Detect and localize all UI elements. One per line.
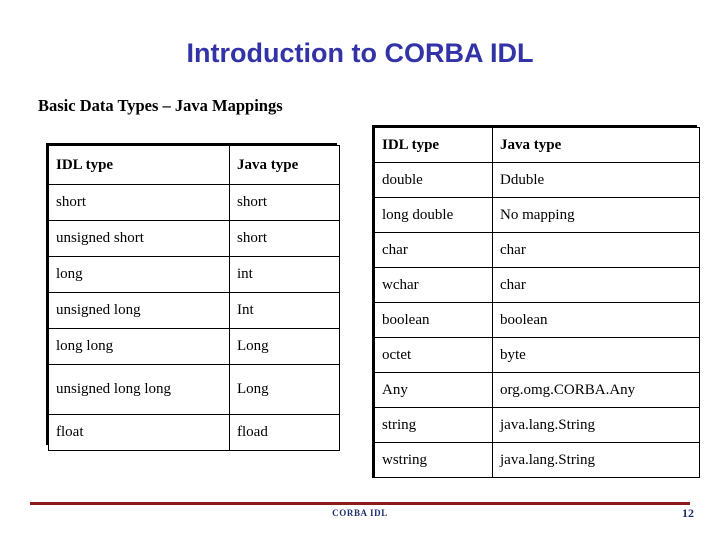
left-type-mapping-table-frame: IDL type Java type short short unsigned shor… [46,143,340,451]
idl-type-cell: unsigned long long [48,364,230,415]
java-type-cell: Long [229,328,340,365]
idl-type-cell: Any [374,372,493,408]
footer-label: CORBA IDL [332,508,388,518]
java-type-cell: fload [229,414,340,451]
right-table-column-header-1: IDL type [374,127,493,163]
left-type-mapping-table: IDL type Java type short short unsigned shor… [48,145,340,451]
idl-type-cell: long [48,256,230,293]
table-row: Any org.omg.CORBA.Any [374,372,700,408]
idl-type-cell: unsigned short [48,220,230,257]
right-table-column-header-2: Java type [492,127,700,163]
table-row: octet byte [374,337,700,373]
section-subtitle: Basic Data Types – Java Mappings [38,96,283,115]
idl-type-cell: unsigned long [48,292,230,329]
table-row: float fload [48,414,340,451]
java-type-cell: char [492,267,700,303]
table-row: long int [48,256,340,293]
idl-type-cell: octet [374,337,493,373]
idl-type-cell: char [374,232,493,268]
java-type-cell: char [492,232,700,268]
java-type-cell: No mapping [492,197,700,233]
slide-canvas: Introduction to CORBA IDL Basic Data Typ… [0,0,720,540]
table-row: double Dduble [374,162,700,198]
footer-divider [30,502,690,505]
table-row: wstring java.lang.String [374,442,700,478]
idl-type-cell: long double [374,197,493,233]
java-type-cell: java.lang.String [492,442,700,478]
right-table-header-row: IDL type Java type [374,127,700,163]
java-type-cell: boolean [492,302,700,338]
left-table-header-row: IDL type Java type [48,145,340,185]
java-type-cell: Dduble [492,162,700,198]
java-type-cell: Int [229,292,340,329]
table-row: unsigned short short [48,220,340,257]
table-row: unsigned long Int [48,292,340,329]
table-row: string java.lang.String [374,407,700,443]
java-type-cell: short [229,184,340,221]
java-type-cell: byte [492,337,700,373]
table-row: char char [374,232,700,268]
idl-type-cell: long long [48,328,230,365]
idl-type-cell: string [374,407,493,443]
page-number: 12 [682,506,694,520]
java-type-cell: int [229,256,340,293]
java-type-cell: org.omg.CORBA.Any [492,372,700,408]
table-row: boolean boolean [374,302,700,338]
idl-type-cell: wchar [374,267,493,303]
table-row: long long Long [48,328,340,365]
left-table-column-header-2: Java type [229,145,340,185]
idl-type-cell: short [48,184,230,221]
page-title: Introduction to CORBA IDL [186,38,534,68]
table-row: long double No mapping [374,197,700,233]
right-type-mapping-table-frame: IDL type Java type double Dduble long double… [372,125,700,478]
right-type-mapping-table: IDL type Java type double Dduble long double… [374,127,700,478]
idl-type-cell: boolean [374,302,493,338]
table-row: unsigned long long Long [48,364,340,415]
idl-type-cell: wstring [374,442,493,478]
table-row: short short [48,184,340,221]
table-row: wchar char [374,267,700,303]
java-type-cell: short [229,220,340,257]
java-type-cell: Long [229,364,340,415]
idl-type-cell: double [374,162,493,198]
java-type-cell: java.lang.String [492,407,700,443]
idl-type-cell: float [48,414,230,451]
left-table-column-header-1: IDL type [48,145,230,185]
